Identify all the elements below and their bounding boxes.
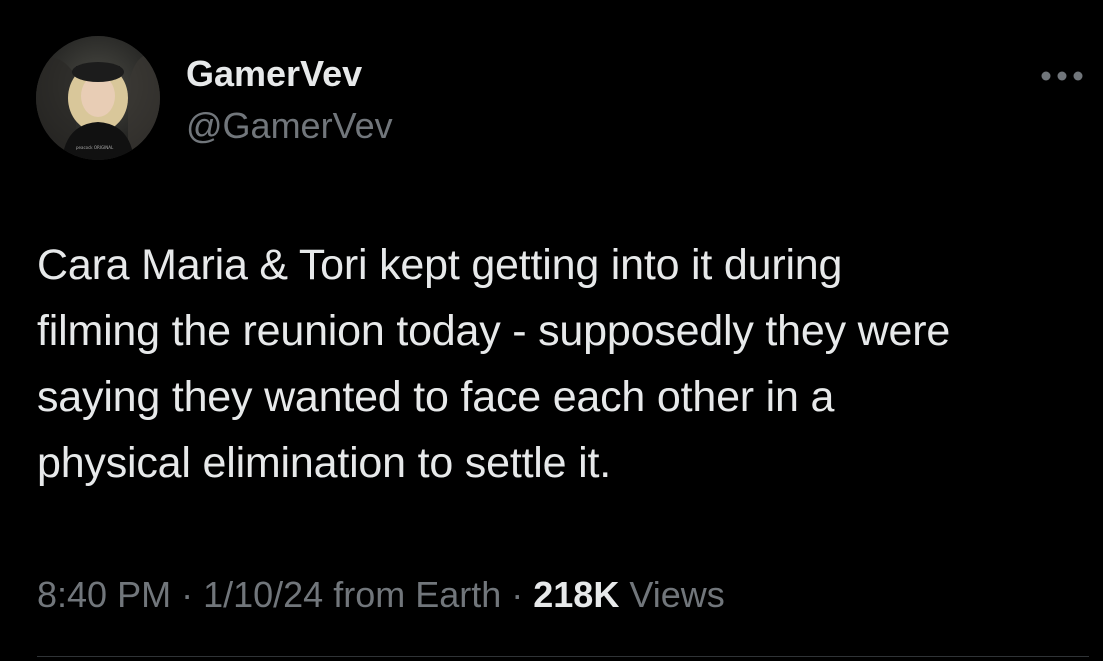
- views-count[interactable]: 218K: [533, 574, 619, 615]
- ellipsis-icon: [1041, 71, 1083, 81]
- tweet-text: Cara Maria & Tori kept getting into it d…: [37, 241, 951, 487]
- tweet-time[interactable]: 8:40 PM: [37, 574, 171, 615]
- avatar[interactable]: peacock ORIGINAL: [36, 36, 160, 160]
- profile-photo-icon: peacock ORIGINAL: [36, 36, 160, 160]
- tweet-source: from Earth: [333, 574, 502, 615]
- tweet-date[interactable]: 1/10/24: [203, 574, 323, 615]
- display-name[interactable]: GamerVev: [186, 52, 362, 96]
- meta-separator: ·: [181, 574, 194, 615]
- tweet-metadata: 8:40 PM · 1/10/24 from Earth · 218K Views: [37, 572, 725, 618]
- more-options-button[interactable]: [1036, 58, 1088, 94]
- views-label: Views: [629, 574, 725, 615]
- tweet: peacock ORIGINAL GamerVev @GamerVev Cara…: [0, 0, 1103, 661]
- avatar-badge-text: peacock ORIGINAL: [76, 145, 114, 150]
- user-handle[interactable]: @GamerVev: [186, 104, 393, 148]
- meta-separator: ·: [511, 574, 524, 615]
- divider: [37, 656, 1089, 657]
